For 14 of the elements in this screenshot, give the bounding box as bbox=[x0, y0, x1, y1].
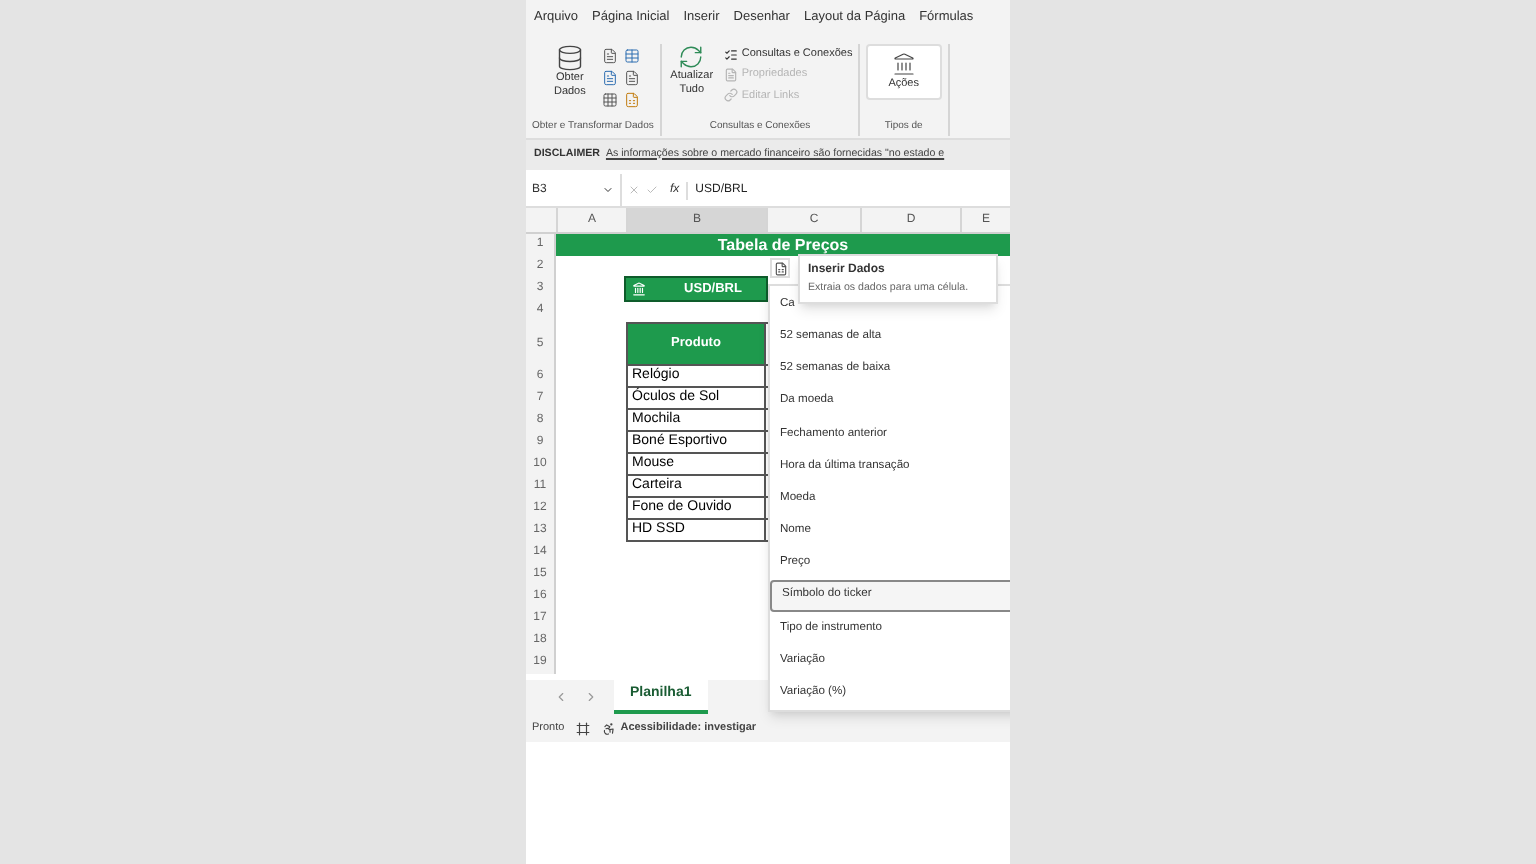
title-cell: Tabela de Preços bbox=[556, 234, 1010, 256]
bank-icon bbox=[891, 52, 916, 76]
link-icon bbox=[723, 88, 738, 103]
bank-icon bbox=[632, 282, 646, 296]
cancel-icon[interactable] bbox=[628, 184, 640, 196]
insert-data-icon bbox=[773, 261, 787, 275]
database-icon bbox=[555, 44, 584, 72]
refresh-icon bbox=[678, 44, 705, 70]
accessibility-icon[interactable] bbox=[602, 721, 617, 735]
scroll-right-icon[interactable] bbox=[584, 690, 598, 704]
scroll-left-icon[interactable] bbox=[554, 690, 568, 704]
caret-icon[interactable] bbox=[602, 184, 614, 196]
check-icon[interactable] bbox=[646, 184, 658, 196]
checklist-icon bbox=[723, 47, 738, 62]
